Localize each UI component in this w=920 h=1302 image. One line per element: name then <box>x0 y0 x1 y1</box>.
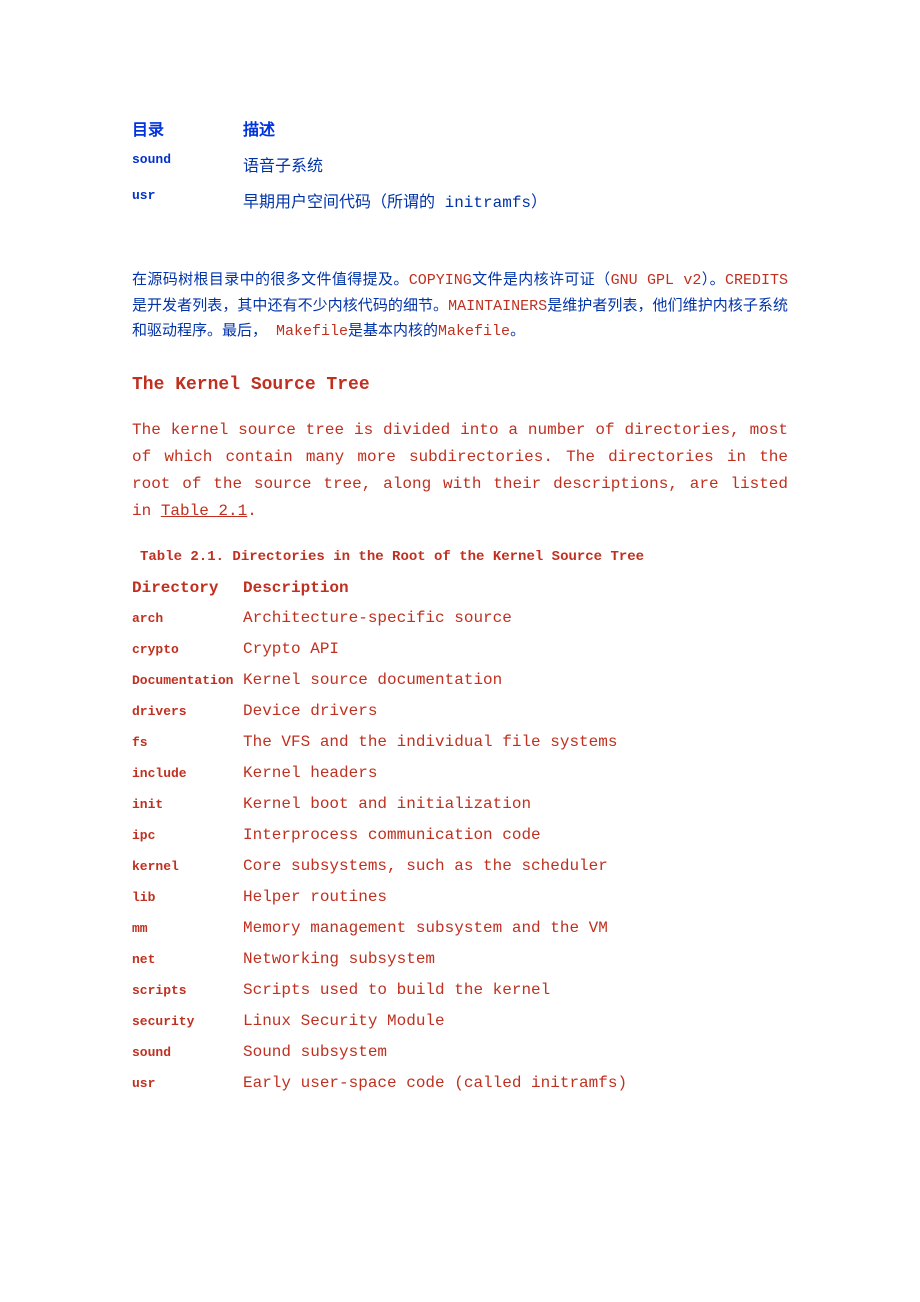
directory-cell: kernel <box>132 851 243 882</box>
description-cell: Device drivers <box>243 696 627 727</box>
table-row: initKernel boot and initialization <box>132 789 627 820</box>
header-description: Description <box>243 573 627 603</box>
description-cell: Kernel headers <box>243 758 627 789</box>
text-span: Makefile <box>438 323 510 340</box>
text-span: . <box>247 502 257 520</box>
header-directory: Directory <box>132 573 243 603</box>
text-span: CREDITS <box>725 272 788 289</box>
table-row: sound 语音子系统 <box>132 146 547 182</box>
table-row: driversDevice drivers <box>132 696 627 727</box>
description-cell: Architecture-specific source <box>243 603 627 634</box>
description-cell: 早期用户空间代码（所谓的 initramfs） <box>243 182 547 218</box>
header-description: 描述 <box>243 110 547 146</box>
table-row: netNetworking subsystem <box>132 944 627 975</box>
text-span: 。 <box>510 323 525 340</box>
description-cell: Networking subsystem <box>243 944 627 975</box>
directory-cell: arch <box>132 603 243 634</box>
text-span: 在源码树根目录中的很多文件值得提及。 <box>132 272 409 289</box>
table-row: usr 早期用户空间代码（所谓的 initramfs） <box>132 182 547 218</box>
description-cell: Sound subsystem <box>243 1037 627 1068</box>
text-span: 是开发者列表，其中还有不少内核代码的细节。 <box>132 298 448 315</box>
table-row: libHelper routines <box>132 882 627 913</box>
directory-cell: usr <box>132 182 243 218</box>
directory-cell: drivers <box>132 696 243 727</box>
description-cell: Scripts used to build the kernel <box>243 975 627 1006</box>
directory-cell: scripts <box>132 975 243 1006</box>
table-row: fsThe VFS and the individual file system… <box>132 727 627 758</box>
description-cell: Kernel boot and initialization <box>243 789 627 820</box>
directory-cell: lib <box>132 882 243 913</box>
directory-cell: Documentation <box>132 665 243 696</box>
directory-cell: crypto <box>132 634 243 665</box>
directory-cell: mm <box>132 913 243 944</box>
text-span: Makefile <box>276 323 348 340</box>
description-cell: Kernel source documentation <box>243 665 627 696</box>
root-files-paragraph: 在源码树根目录中的很多文件值得提及。COPYING文件是内核许可证（GNU GP… <box>132 268 788 345</box>
description-cell: Core subsystems, such as the scheduler <box>243 851 627 882</box>
table-row: archArchitecture-specific source <box>132 603 627 634</box>
directory-cell: sound <box>132 1037 243 1068</box>
table-reference-link[interactable]: Table 2.1 <box>161 502 247 520</box>
directory-cell: net <box>132 944 243 975</box>
intro-paragraph: The kernel source tree is divided into a… <box>132 417 788 526</box>
text-span: 文件是内核许可证（ <box>472 272 611 289</box>
table-row: DocumentationKernel source documentation <box>132 665 627 696</box>
text-span: GNU GPL v2 <box>611 272 702 289</box>
description-cell: Crypto API <box>243 634 627 665</box>
description-cell: The VFS and the individual file systems <box>243 727 627 758</box>
text-span: 是基本内核的 <box>348 323 438 340</box>
table-caption: Table 2.1. Directories in the Root of th… <box>140 549 788 565</box>
directory-cell: include <box>132 758 243 789</box>
document-page: 目录 描述 sound 语音子系统 usr 早期用户空间代码（所谓的 initr… <box>0 0 920 1302</box>
table-row: usrEarly user-space code (called initram… <box>132 1068 627 1099</box>
text-span: COPYING <box>409 272 472 289</box>
table-header-row: Directory Description <box>132 573 627 603</box>
table-row: includeKernel headers <box>132 758 627 789</box>
table-row: cryptoCrypto API <box>132 634 627 665</box>
description-cell: Early user-space code (called initramfs) <box>243 1068 627 1099</box>
directory-cell: init <box>132 789 243 820</box>
directory-cell: security <box>132 1006 243 1037</box>
directory-cell: usr <box>132 1068 243 1099</box>
description-cell: Memory management subsystem and the VM <box>243 913 627 944</box>
header-directory: 目录 <box>132 110 243 146</box>
table-row: kernelCore subsystems, such as the sched… <box>132 851 627 882</box>
directory-cell: fs <box>132 727 243 758</box>
section-heading: The Kernel Source Tree <box>132 375 788 395</box>
text-span: MAINTAINERS <box>448 298 547 315</box>
table-row: ipcInterprocess communication code <box>132 820 627 851</box>
description-cell: Helper routines <box>243 882 627 913</box>
table-row: securityLinux Security Module <box>132 1006 627 1037</box>
description-cell: Interprocess communication code <box>243 820 627 851</box>
table-row: soundSound subsystem <box>132 1037 627 1068</box>
description-cell: Linux Security Module <box>243 1006 627 1037</box>
table-row: mmMemory management subsystem and the VM <box>132 913 627 944</box>
table-header-row: 目录 描述 <box>132 110 547 146</box>
main-directory-table: Directory Description archArchitecture-s… <box>132 573 627 1099</box>
top-directory-table: 目录 描述 sound 语音子系统 usr 早期用户空间代码（所谓的 initr… <box>132 110 547 218</box>
directory-cell: ipc <box>132 820 243 851</box>
directory-cell: sound <box>132 146 243 182</box>
table-row: scriptsScripts used to build the kernel <box>132 975 627 1006</box>
description-cell: 语音子系统 <box>243 146 547 182</box>
text-span: ）。 <box>701 272 725 289</box>
